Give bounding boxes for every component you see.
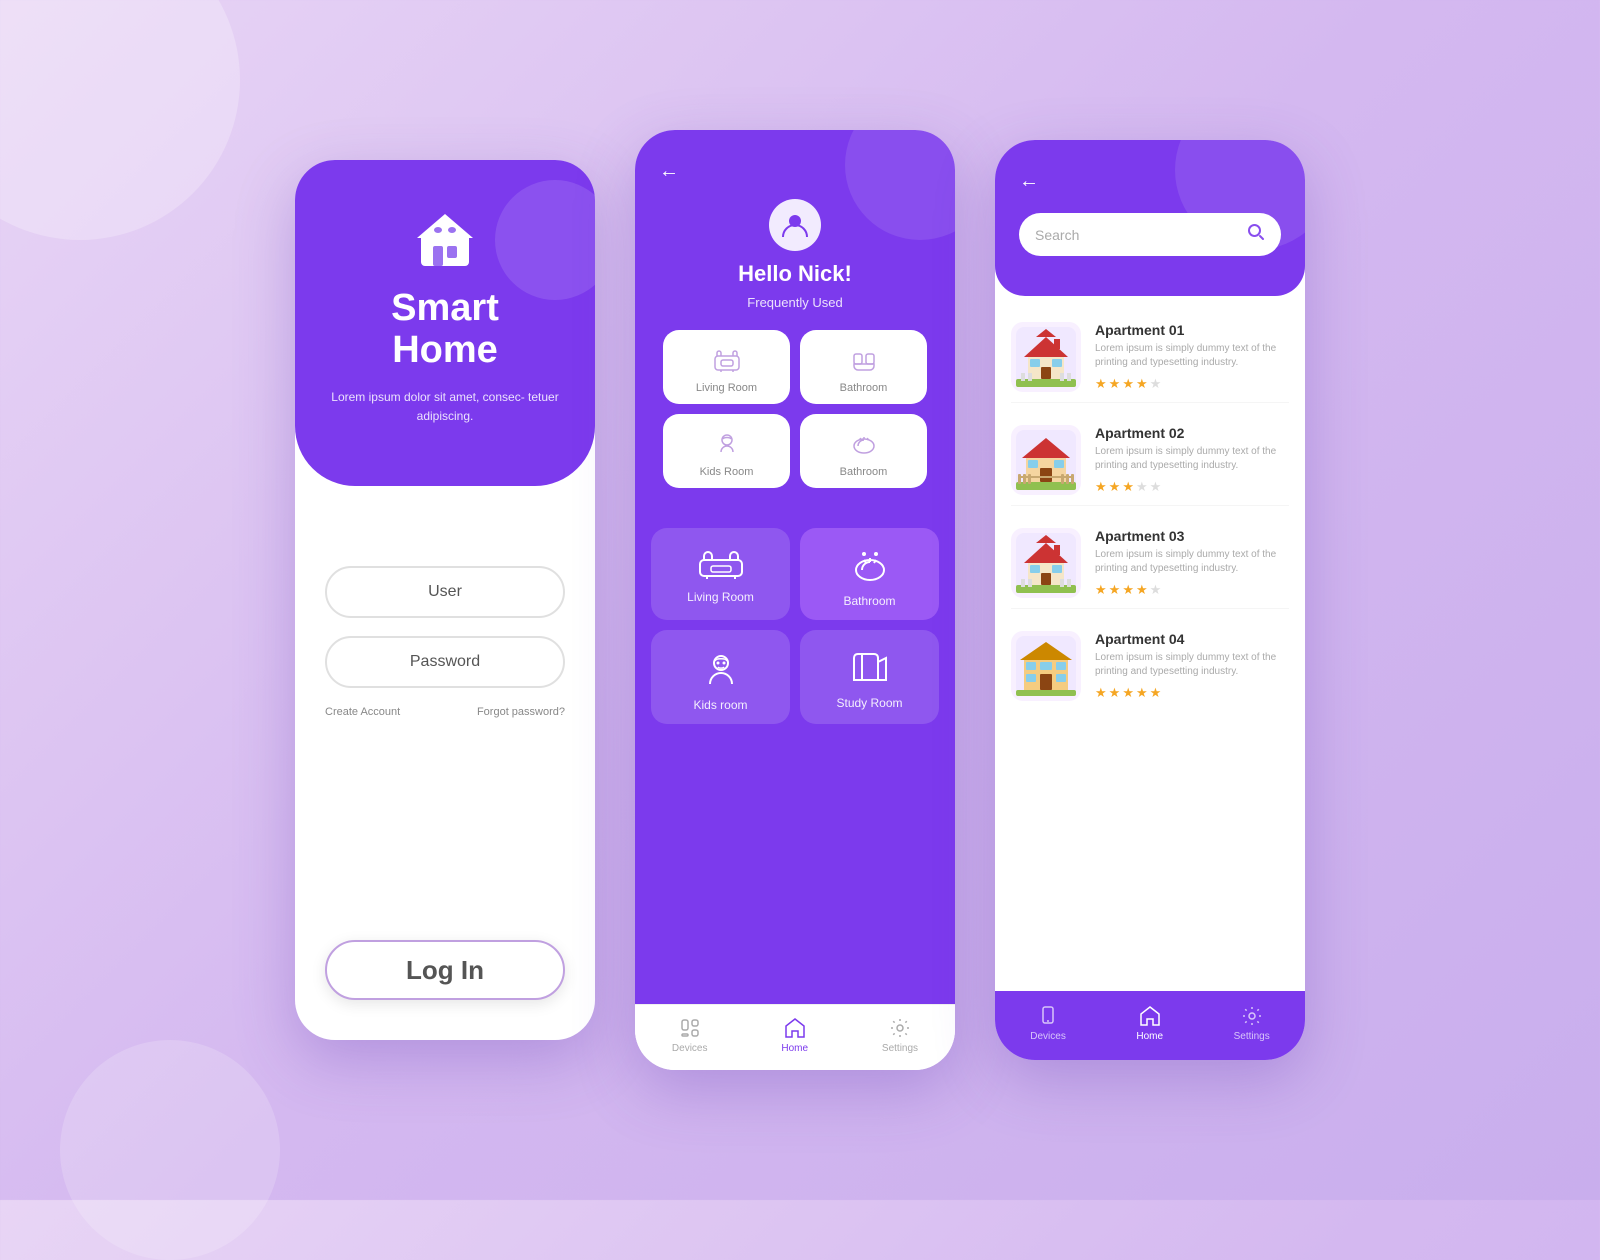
frequently-used-label: Frequently Used bbox=[659, 295, 931, 310]
freq-bathroom-label: Bathroom bbox=[840, 382, 888, 394]
freq-card-bathroom[interactable]: Bathroom bbox=[800, 330, 927, 404]
apartment-02-info: Apartment 02 Lorem ipsum is simply dummy… bbox=[1095, 425, 1289, 495]
search-nav-settings[interactable]: Settings bbox=[1234, 1005, 1270, 1042]
apartment-04-stars: ★ ★ ★ ★ ★ bbox=[1095, 685, 1289, 701]
room-study-label: Study Room bbox=[836, 696, 902, 710]
apartment-04-info: Apartment 04 Lorem ipsum is simply dummy… bbox=[1095, 631, 1289, 701]
nav-home[interactable]: Home bbox=[781, 1017, 808, 1054]
apartment-03-desc: Lorem ipsum is simply dummy text of the … bbox=[1095, 548, 1289, 576]
apartments-list: Apartment 01 Lorem ipsum is simply dummy… bbox=[995, 296, 1305, 991]
search-nav-settings-label: Settings bbox=[1234, 1031, 1270, 1042]
room-card-study[interactable]: Study Room bbox=[800, 630, 939, 724]
frequently-used-grid: Living Room Bathroom Kids Room bbox=[659, 330, 931, 488]
search-icon[interactable] bbox=[1247, 223, 1265, 246]
search-nav-devices[interactable]: Devices bbox=[1030, 1005, 1066, 1042]
nav-devices[interactable]: Devices bbox=[672, 1017, 708, 1054]
login-button[interactable]: Log In bbox=[325, 940, 565, 1000]
freq-kids-room-label: Kids Room bbox=[700, 466, 754, 478]
room-living-label: Living Room bbox=[687, 590, 754, 604]
apartment-03-stars: ★ ★ ★ ★ ★ bbox=[1095, 582, 1289, 598]
freq-card-living-room[interactable]: Living Room bbox=[663, 330, 790, 404]
nav-devices-label: Devices bbox=[672, 1043, 708, 1054]
search-nav-home-label: Home bbox=[1136, 1031, 1163, 1042]
search-header: ← Search bbox=[995, 140, 1305, 296]
house-logo-icon bbox=[413, 210, 477, 270]
room-bathroom-label: Bathroom bbox=[843, 594, 895, 608]
nav-settings-label: Settings bbox=[882, 1043, 918, 1054]
rooms-section: Living Room Bathroom bbox=[635, 518, 955, 1004]
freq-card-bathroom2[interactable]: Bathroom bbox=[800, 414, 927, 488]
search-bottom-navigation: Devices Home Settings bbox=[995, 991, 1305, 1060]
apartment-01-image bbox=[1011, 322, 1081, 392]
apartment-02-image bbox=[1011, 425, 1081, 495]
apartment-01-name: Apartment 01 bbox=[1095, 322, 1289, 338]
apartment-04-name: Apartment 04 bbox=[1095, 631, 1289, 647]
apartment-03-info: Apartment 03 Lorem ipsum is simply dummy… bbox=[1095, 528, 1289, 598]
room-card-living[interactable]: Living Room bbox=[651, 528, 790, 620]
forgot-password-link[interactable]: Forgot password? bbox=[477, 706, 565, 718]
freq-card-kids-room[interactable]: Kids Room bbox=[663, 414, 790, 488]
freq-living-room-label: Living Room bbox=[696, 382, 757, 394]
login-screen: Smart Home Lorem ipsum dolor sit amet, c… bbox=[295, 160, 595, 1040]
login-btn-container: Log In bbox=[295, 940, 595, 1000]
apartment-02-name: Apartment 02 bbox=[1095, 425, 1289, 441]
app-tagline: Lorem ipsum dolor sit amet, consec- tetu… bbox=[325, 388, 565, 426]
rooms-grid: Living Room Bathroom bbox=[651, 528, 939, 724]
home-header: ← Hello Nick! Frequently Used Living Roo… bbox=[635, 130, 955, 518]
nav-settings[interactable]: Settings bbox=[882, 1017, 918, 1054]
search-back-icon[interactable]: ← bbox=[1019, 170, 1281, 193]
greeting-text: Hello Nick! bbox=[659, 261, 931, 287]
bottom-navigation: Devices Home Settings bbox=[635, 1004, 955, 1070]
room-card-kids[interactable]: Kids room bbox=[651, 630, 790, 724]
room-card-bathroom[interactable]: Bathroom bbox=[800, 528, 939, 620]
user-input[interactable]: User bbox=[325, 566, 565, 618]
search-bar[interactable]: Search bbox=[1019, 213, 1281, 256]
home-screen: ← Hello Nick! Frequently Used Living Roo… bbox=[635, 130, 955, 1070]
apartment-card-02[interactable]: Apartment 02 Lorem ipsum is simply dummy… bbox=[1011, 415, 1289, 506]
login-form: User Password Create Account Forgot pass… bbox=[295, 486, 595, 1040]
search-nav-home[interactable]: Home bbox=[1136, 1005, 1163, 1042]
apartment-card-04[interactable]: Apartment 04 Lorem ipsum is simply dummy… bbox=[1011, 621, 1289, 711]
apartment-02-desc: Lorem ipsum is simply dummy text of the … bbox=[1095, 445, 1289, 473]
back-arrow-icon[interactable]: ← bbox=[659, 160, 679, 183]
password-input[interactable]: Password bbox=[325, 636, 565, 688]
search-input[interactable]: Search bbox=[1035, 227, 1237, 243]
apartment-01-info: Apartment 01 Lorem ipsum is simply dummy… bbox=[1095, 322, 1289, 392]
apartment-03-name: Apartment 03 bbox=[1095, 528, 1289, 544]
apartment-03-image bbox=[1011, 528, 1081, 598]
apartment-card-01[interactable]: Apartment 01 Lorem ipsum is simply dummy… bbox=[1011, 312, 1289, 403]
search-nav-devices-label: Devices bbox=[1030, 1031, 1066, 1042]
create-account-link[interactable]: Create Account bbox=[325, 706, 400, 718]
room-kids-label: Kids room bbox=[693, 698, 747, 712]
app-title: Smart Home bbox=[391, 288, 499, 372]
search-screen: ← Search bbox=[995, 140, 1305, 1060]
apartment-04-desc: Lorem ipsum is simply dummy text of the … bbox=[1095, 651, 1289, 679]
apartment-02-stars: ★ ★ ★ ★ ★ bbox=[1095, 479, 1289, 495]
nav-home-label: Home bbox=[781, 1043, 808, 1054]
apartment-04-image bbox=[1011, 631, 1081, 701]
freq-bathroom2-label: Bathroom bbox=[840, 466, 888, 478]
login-links: Create Account Forgot password? bbox=[325, 706, 565, 718]
user-avatar bbox=[769, 199, 821, 251]
apartment-card-03[interactable]: Apartment 03 Lorem ipsum is simply dummy… bbox=[1011, 518, 1289, 609]
login-header: Smart Home Lorem ipsum dolor sit amet, c… bbox=[295, 160, 595, 486]
apartment-01-desc: Lorem ipsum is simply dummy text of the … bbox=[1095, 342, 1289, 370]
apartment-01-stars: ★ ★ ★ ★ ★ bbox=[1095, 376, 1289, 392]
